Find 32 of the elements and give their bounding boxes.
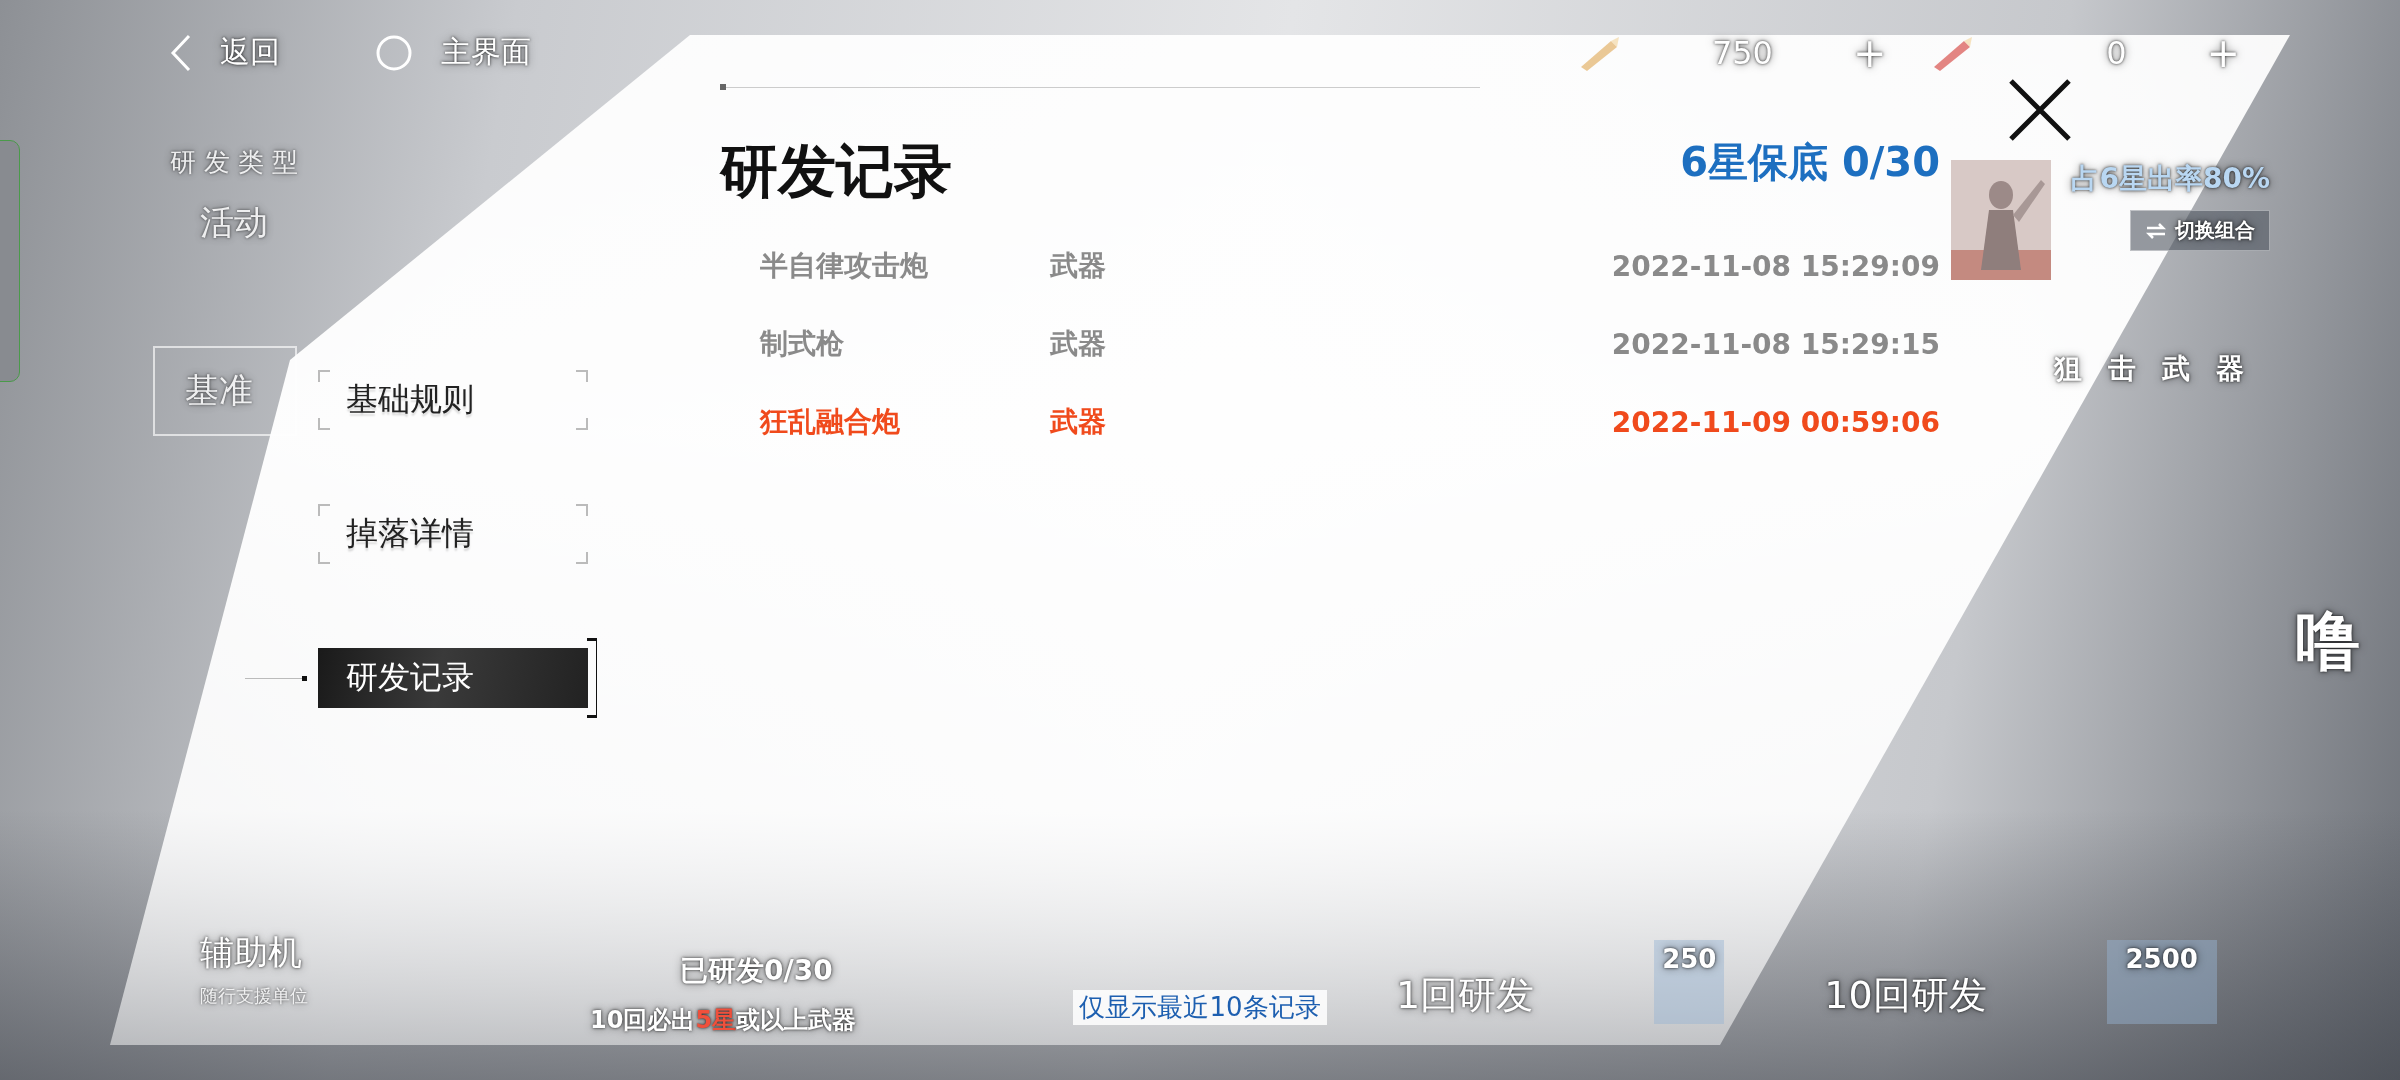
currency-amount: 750 [1710, 33, 1773, 72]
category-item[interactable]: 基准 [153, 346, 297, 436]
side-tab[interactable]: 基础规则 [318, 370, 588, 430]
category-heading: 研发类型 [170, 146, 307, 179]
add-button[interactable]: + [1852, 29, 1887, 76]
swap-icon [2145, 221, 2167, 240]
side-tab[interactable]: 掉落详情 [318, 504, 588, 564]
record-time: 2022-11-09 00:59:06 [1611, 405, 1940, 439]
back-button[interactable]: 返回 [170, 32, 280, 73]
dialog-title: 研发记录 [720, 136, 952, 207]
record-time: 2022-11-08 15:29:15 [1611, 327, 1940, 361]
record-name: 半自律攻击炮 [760, 248, 929, 284]
circle-icon [375, 33, 413, 72]
add-button[interactable]: + [2206, 29, 2240, 76]
record-name: 狂乱融合炮 [760, 404, 901, 440]
record-type: 武器 [1050, 248, 1106, 284]
chevron-left-icon [170, 33, 192, 72]
banner-title: 噜 [2296, 603, 2360, 680]
side-tab[interactable]: 研发记录 [318, 648, 588, 708]
record-type: 武器 [1050, 404, 1106, 440]
category-item[interactable]: 活动 [200, 200, 690, 246]
footer-note: 仅显示最近10条记录 [1073, 990, 1327, 1025]
draw-button[interactable]: 10回研发 2500 [1824, 940, 2217, 1024]
record-name: 制式枪 [760, 326, 845, 362]
category-subtitle: 随行支援单位 [200, 984, 309, 1008]
pointer-line [245, 677, 305, 679]
record-time: 2022-11-08 15:29:09 [1611, 249, 1940, 283]
currency-amount: 0 [2104, 33, 2127, 72]
home-button[interactable]: 主界面 [375, 32, 531, 73]
guarantee-note: 10回必出 5星或以上武器 [590, 1005, 857, 1036]
pity-counter: 6星保底 0/30 [1680, 137, 1940, 187]
record-type: 武器 [1050, 326, 1106, 362]
